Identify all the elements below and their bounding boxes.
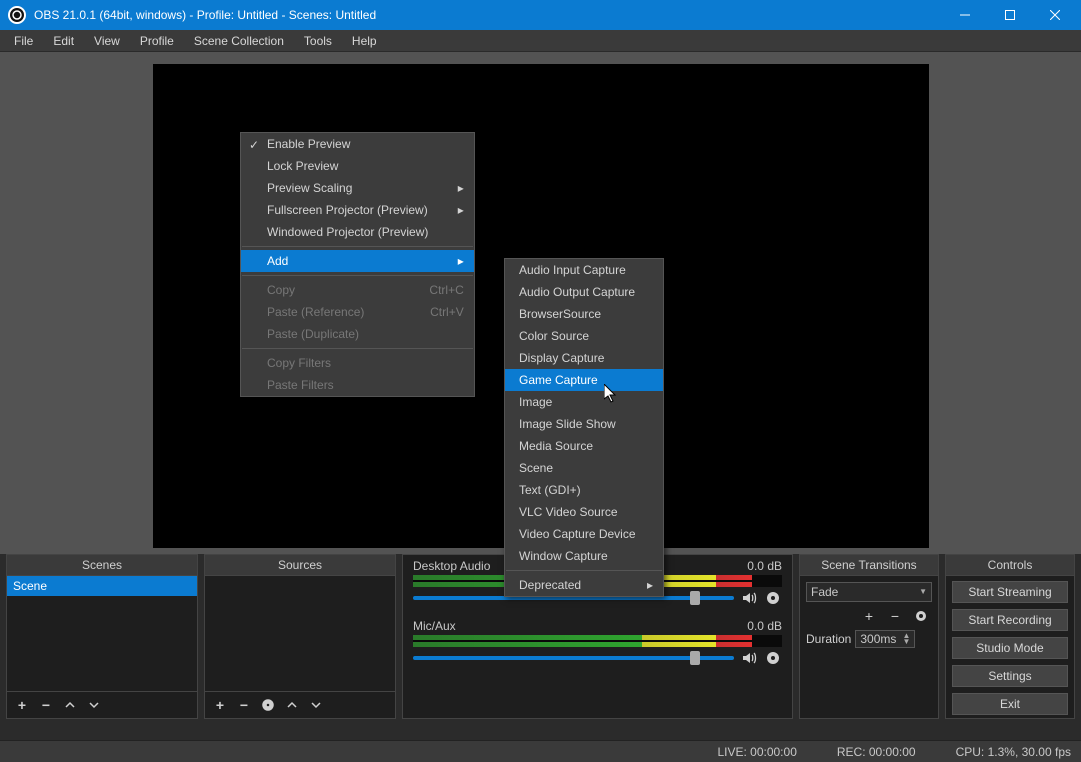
- ctx-item-paste-filters: Paste Filters: [241, 374, 474, 396]
- source-down-button[interactable]: [305, 695, 327, 715]
- desktop-audio-settings-button[interactable]: [764, 589, 782, 607]
- exit-button[interactable]: Exit: [952, 693, 1068, 715]
- add-source-button[interactable]: +: [209, 695, 231, 715]
- menu-view[interactable]: View: [84, 32, 130, 50]
- mic-aux-mute-button[interactable]: [740, 649, 758, 667]
- add-submenu-item-text-gdi-[interactable]: Text (GDI+): [505, 479, 663, 501]
- mic-aux-slider[interactable]: [413, 656, 734, 660]
- ctx-item-copy: CopyCtrl+C: [241, 279, 474, 301]
- add-transition-button[interactable]: +: [858, 606, 880, 626]
- settings-button[interactable]: Settings: [952, 665, 1068, 687]
- source-properties-button[interactable]: [257, 695, 279, 715]
- ctx-item-paste-reference-: Paste (Reference)Ctrl+V: [241, 301, 474, 323]
- menu-file[interactable]: File: [4, 32, 43, 50]
- add-submenu-item-vlc-video-source[interactable]: VLC Video Source: [505, 501, 663, 523]
- duration-label: Duration: [806, 632, 851, 646]
- scene-up-button[interactable]: [59, 695, 81, 715]
- chevron-down-icon: ▼: [919, 589, 927, 595]
- add-submenu-item-video-capture-device[interactable]: Video Capture Device: [505, 523, 663, 545]
- transition-settings-button[interactable]: [910, 606, 932, 626]
- add-source-submenu: Audio Input CaptureAudio Output CaptureB…: [504, 258, 664, 597]
- add-submenu-item-display-capture[interactable]: Display Capture: [505, 347, 663, 369]
- add-submenu-item-window-capture[interactable]: Window Capture: [505, 545, 663, 567]
- mic-aux-label: Mic/Aux: [413, 619, 456, 633]
- menu-profile[interactable]: Profile: [130, 32, 184, 50]
- add-submenu-item-image[interactable]: Image: [505, 391, 663, 413]
- start-streaming-button[interactable]: Start Streaming: [952, 581, 1068, 603]
- add-submenu-item-image-slide-show[interactable]: Image Slide Show: [505, 413, 663, 435]
- scenes-header: Scenes: [6, 554, 198, 575]
- sources-header: Sources: [204, 554, 396, 575]
- add-submenu-item-browsersource[interactable]: BrowserSource: [505, 303, 663, 325]
- add-submenu-item-color-source[interactable]: Color Source: [505, 325, 663, 347]
- add-submenu-item-deprecated[interactable]: Deprecated▸: [505, 574, 663, 596]
- remove-transition-button[interactable]: −: [884, 606, 906, 626]
- preview-context-menu: ✓Enable PreviewLock PreviewPreview Scali…: [240, 132, 475, 397]
- ctx-item-preview-scaling[interactable]: Preview Scaling▸: [241, 177, 474, 199]
- add-scene-button[interactable]: +: [11, 695, 33, 715]
- start-recording-button[interactable]: Start Recording: [952, 609, 1068, 631]
- obs-app-icon: [8, 6, 26, 24]
- menu-scene-collection[interactable]: Scene Collection: [184, 32, 294, 50]
- mic-aux-settings-button[interactable]: [764, 649, 782, 667]
- statusbar: LIVE: 00:00:00 REC: 00:00:00 CPU: 1.3%, …: [0, 740, 1081, 762]
- minimize-button[interactable]: [942, 0, 987, 30]
- desktop-audio-level: 0.0 dB: [747, 559, 782, 573]
- transitions-header: Scene Transitions: [799, 554, 939, 575]
- transition-select[interactable]: Fade ▼: [806, 582, 932, 602]
- add-submenu-item-scene[interactable]: Scene: [505, 457, 663, 479]
- status-cpu: CPU: 1.3%, 30.00 fps: [956, 745, 1071, 759]
- desktop-audio-mute-button[interactable]: [740, 589, 758, 607]
- ctx-item-paste-duplicate-: Paste (Duplicate): [241, 323, 474, 345]
- titlebar: OBS 21.0.1 (64bit, windows) - Profile: U…: [0, 0, 1081, 30]
- transition-selected-label: Fade: [811, 585, 838, 599]
- controls-header: Controls: [945, 554, 1075, 575]
- ctx-item-lock-preview[interactable]: Lock Preview: [241, 155, 474, 177]
- remove-scene-button[interactable]: −: [35, 695, 57, 715]
- duration-input[interactable]: 300ms ▲▼: [855, 630, 915, 648]
- sources-panel: Sources + −: [204, 554, 396, 719]
- mic-aux-meter: [413, 635, 782, 647]
- mixer-mic-aux: Mic/Aux 0.0 dB: [403, 615, 792, 675]
- ctx-item-windowed-projector-preview-[interactable]: Windowed Projector (Preview): [241, 221, 474, 243]
- add-submenu-item-audio-output-capture[interactable]: Audio Output Capture: [505, 281, 663, 303]
- remove-source-button[interactable]: −: [233, 695, 255, 715]
- window-title: OBS 21.0.1 (64bit, windows) - Profile: U…: [34, 8, 942, 22]
- menu-edit[interactable]: Edit: [43, 32, 84, 50]
- close-button[interactable]: [1032, 0, 1077, 30]
- desktop-audio-label: Desktop Audio: [413, 559, 490, 573]
- maximize-button[interactable]: [987, 0, 1032, 30]
- status-live: LIVE: 00:00:00: [717, 745, 796, 759]
- ctx-item-enable-preview[interactable]: ✓Enable Preview: [241, 133, 474, 155]
- menubar: File Edit View Profile Scene Collection …: [0, 30, 1081, 52]
- status-rec: REC: 00:00:00: [837, 745, 916, 759]
- scene-list-item[interactable]: Scene: [7, 576, 197, 596]
- scenes-panel: Scenes Scene + −: [6, 554, 198, 719]
- add-submenu-item-audio-input-capture[interactable]: Audio Input Capture: [505, 259, 663, 281]
- menu-help[interactable]: Help: [342, 32, 387, 50]
- menu-tools[interactable]: Tools: [294, 32, 342, 50]
- add-submenu-item-game-capture[interactable]: Game Capture: [505, 369, 663, 391]
- ctx-item-fullscreen-projector-preview-[interactable]: Fullscreen Projector (Preview)▸: [241, 199, 474, 221]
- transitions-panel: Scene Transitions Fade ▼ + − Duration 30…: [799, 554, 939, 719]
- controls-panel: Controls Start Streaming Start Recording…: [945, 554, 1075, 719]
- spinner-icon: ▲▼: [902, 633, 910, 645]
- source-up-button[interactable]: [281, 695, 303, 715]
- studio-mode-button[interactable]: Studio Mode: [952, 637, 1068, 659]
- ctx-item-add[interactable]: Add▸: [241, 250, 474, 272]
- ctx-item-copy-filters: Copy Filters: [241, 352, 474, 374]
- scene-down-button[interactable]: [83, 695, 105, 715]
- mic-aux-level: 0.0 dB: [747, 619, 782, 633]
- add-submenu-item-media-source[interactable]: Media Source: [505, 435, 663, 457]
